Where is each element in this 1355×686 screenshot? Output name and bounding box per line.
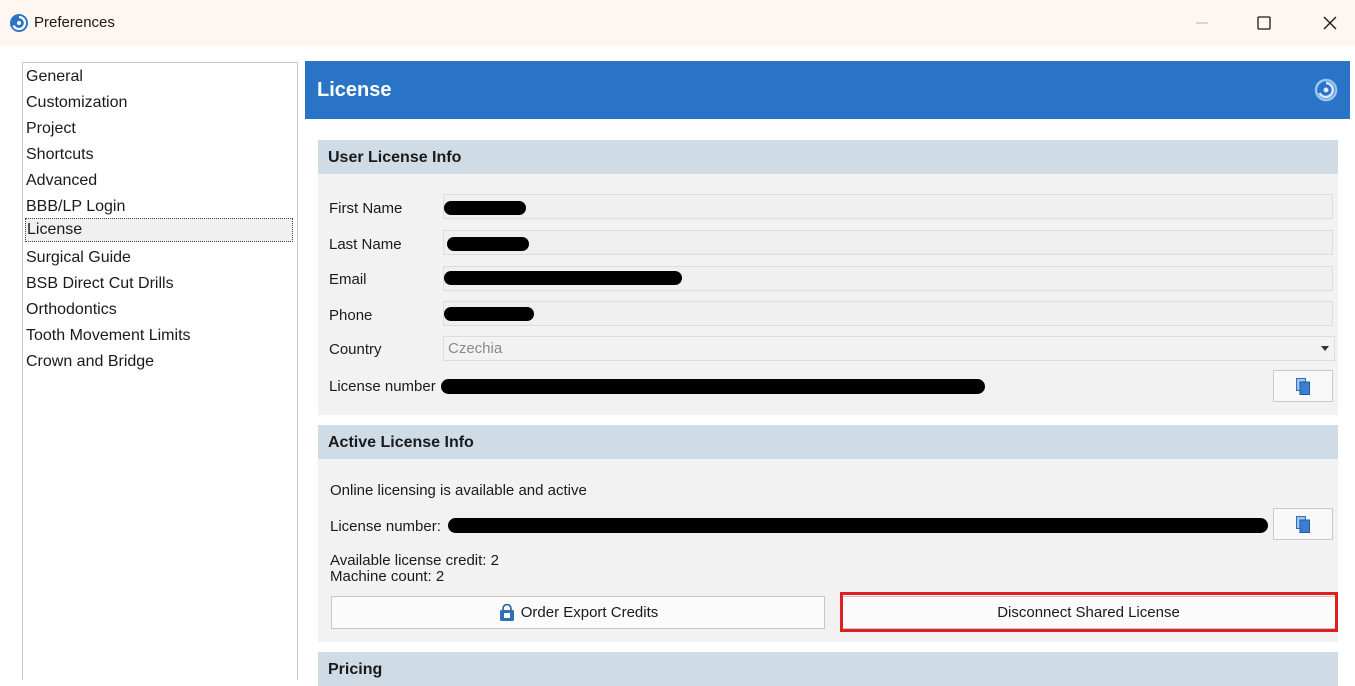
nav-item-surgical-guide[interactable]: Surgical Guide xyxy=(25,246,293,270)
country-value: Czechia xyxy=(448,340,503,357)
title-bar: Preferences xyxy=(0,0,1355,46)
minimize-button[interactable] xyxy=(1180,4,1224,42)
shopping-bag-icon xyxy=(499,603,514,621)
preferences-nav: General Customization Project Shortcuts … xyxy=(22,62,298,680)
redaction xyxy=(447,237,529,251)
copy-icon xyxy=(1296,377,1310,395)
nav-item-crown-and-bridge[interactable]: Crown and Bridge xyxy=(25,350,293,374)
maximize-icon xyxy=(1257,16,1271,30)
copy-active-license-number-button[interactable] xyxy=(1273,508,1333,540)
maximize-button[interactable] xyxy=(1242,4,1286,42)
pricing-section-header: Pricing xyxy=(318,652,1338,686)
licensing-status-text: Online licensing is available and active xyxy=(330,482,587,499)
license-number-label: License number xyxy=(329,378,436,395)
app-logo-icon xyxy=(1314,78,1338,102)
app-logo-icon xyxy=(10,14,28,32)
country-label: Country xyxy=(329,341,382,358)
redaction xyxy=(441,379,985,394)
phone-label: Phone xyxy=(329,307,373,324)
redaction xyxy=(444,271,682,285)
close-icon xyxy=(1323,16,1337,30)
chevron-down-icon xyxy=(1321,346,1329,351)
redaction xyxy=(444,307,534,321)
email-label: Email xyxy=(329,271,367,288)
minimize-icon xyxy=(1196,22,1208,24)
license-credit-text: Available license credit: 2 xyxy=(330,552,499,569)
section-title: User License Info xyxy=(328,149,462,166)
copy-icon xyxy=(1296,515,1310,533)
machine-count-text: Machine count: 2 xyxy=(330,568,445,585)
page-title: License xyxy=(317,79,392,101)
user-license-section-header: User License Info xyxy=(318,140,1338,174)
first-name-label: First Name xyxy=(329,200,403,217)
section-title: Pricing xyxy=(328,661,383,678)
nav-item-bsb-direct-cut-drills[interactable]: BSB Direct Cut Drills xyxy=(25,272,293,296)
nav-item-advanced[interactable]: Advanced xyxy=(25,169,293,193)
last-name-label: Last Name xyxy=(329,236,402,253)
redaction xyxy=(444,201,526,215)
nav-item-general[interactable]: General xyxy=(25,65,293,89)
nav-item-project[interactable]: Project xyxy=(25,117,293,141)
nav-item-license[interactable]: License xyxy=(25,218,293,242)
active-license-section-header: Active License Info xyxy=(318,425,1338,459)
redaction xyxy=(448,518,1268,533)
nav-item-customization[interactable]: Customization xyxy=(25,91,293,115)
active-license-number-label: License number: xyxy=(330,518,441,535)
country-select[interactable]: Czechia xyxy=(443,336,1335,361)
close-button[interactable] xyxy=(1308,4,1352,42)
order-export-credits-label: Order Export Credits xyxy=(520,604,659,621)
order-export-credits-button[interactable]: Order Export Credits xyxy=(331,596,825,629)
nav-item-orthodontics[interactable]: Orthodontics xyxy=(25,298,293,322)
highlight-annotation xyxy=(840,592,1338,632)
last-name-field[interactable] xyxy=(443,230,1333,255)
nav-item-bbb-lp-login[interactable]: BBB/LP Login xyxy=(25,195,293,219)
phone-field[interactable] xyxy=(443,301,1333,326)
nav-item-tooth-movement-limits[interactable]: Tooth Movement Limits xyxy=(25,324,293,348)
window-title: Preferences xyxy=(34,14,115,31)
copy-license-number-button[interactable] xyxy=(1273,370,1333,402)
nav-item-shortcuts[interactable]: Shortcuts xyxy=(25,143,293,167)
section-title: Active License Info xyxy=(328,434,474,451)
license-header: License xyxy=(305,61,1350,119)
first-name-field[interactable] xyxy=(443,194,1333,219)
